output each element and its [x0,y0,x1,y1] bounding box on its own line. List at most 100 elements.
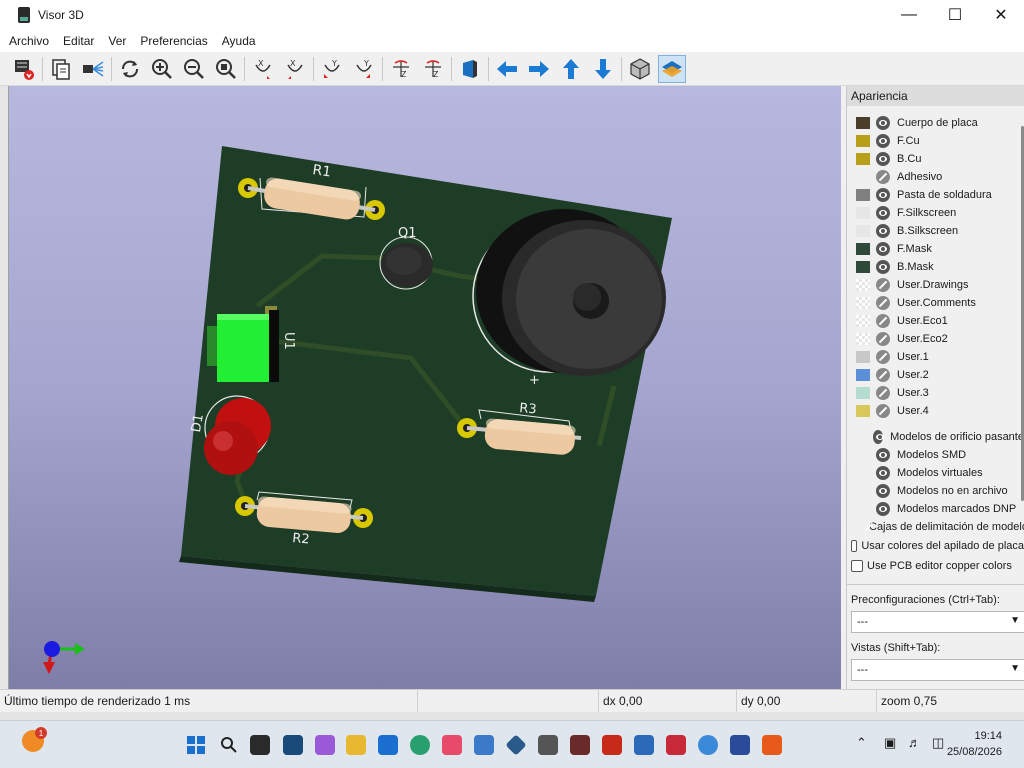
model-visibility-row[interactable]: Cajas de delimitación de modelos [847,518,1024,536]
music-icon[interactable] [442,735,462,755]
app-arrow-icon[interactable] [698,735,718,755]
flip-board-button[interactable] [456,55,484,83]
layer-color-swatch[interactable] [856,117,870,129]
camera-icon[interactable] [538,735,558,755]
layer-color-swatch[interactable] [856,333,870,345]
layer-row[interactable]: F.Mask [847,240,1024,258]
eye-icon[interactable] [872,430,884,444]
rotate-z-ccw-button[interactable]: Z [419,55,447,83]
layer-row[interactable]: User.1 [847,348,1024,366]
raytrace-button[interactable] [79,55,107,83]
layer-row[interactable]: User.Comments [847,294,1024,312]
layer-color-swatch[interactable] [856,405,870,417]
layer-row[interactable]: User.2 [847,366,1024,384]
layer-color-swatch[interactable] [856,279,870,291]
rotate-x-cw-button[interactable]: X [249,55,277,83]
menu-editar[interactable]: Editar [63,34,94,48]
eye-icon[interactable] [876,152,890,166]
zoom-out-button[interactable] [180,55,208,83]
reload-button[interactable] [116,55,144,83]
move-up-button[interactable] [557,55,585,83]
store-icon[interactable] [378,735,398,755]
layer-row[interactable]: B.Cu [847,150,1024,168]
eye-hidden-icon[interactable] [876,386,890,400]
views-dropdown[interactable]: --- ▼ [851,659,1024,681]
layer-color-swatch[interactable] [856,315,870,327]
appearance-panel-button[interactable] [658,54,686,83]
layer-row[interactable]: Cuerpo de placa [847,114,1024,132]
render-export-button[interactable] [10,55,38,83]
layer-color-swatch[interactable] [856,369,870,381]
widgets-icon[interactable] [283,735,303,755]
layer-color-swatch[interactable] [856,135,870,147]
presets-dropdown[interactable]: --- ▼ [851,611,1024,633]
layer-color-swatch[interactable] [856,387,870,399]
notification-badge[interactable]: 1 [22,727,47,752]
menu-preferencias[interactable]: Preferencias [140,34,207,48]
model-visibility-row[interactable]: Modelos marcados DNP [847,500,1024,518]
layer-row[interactable]: User.Eco1 [847,312,1024,330]
eye-hidden-icon[interactable] [876,278,890,292]
eye-icon[interactable] [876,448,890,462]
layer-color-swatch[interactable] [856,261,870,273]
copilot-icon[interactable] [315,735,335,755]
maximize-button[interactable]: ☐ [932,0,978,30]
layer-row[interactable]: Pasta de soldadura [847,186,1024,204]
task-view-icon[interactable] [250,735,270,755]
zoom-fit-button[interactable] [212,55,240,83]
app-cloud-icon[interactable] [634,735,654,755]
ortho-view-button[interactable] [626,55,654,83]
copper-colors-checkbox[interactable]: Use PCB editor copper colors [847,556,1024,576]
layer-row[interactable]: B.Silkscreen [847,222,1024,240]
clock[interactable]: 19:14 25/08/2026 [947,728,1002,760]
copy-button[interactable] [47,55,75,83]
rotate-z-cw-button[interactable]: Z [387,55,415,83]
app-prg-icon[interactable] [474,735,494,755]
layer-row[interactable]: User.Drawings [847,276,1024,294]
layer-row[interactable]: Adhesivo [847,168,1024,186]
app-x-icon[interactable] [762,735,782,755]
eye-hidden-icon[interactable] [876,404,890,418]
eye-icon[interactable] [876,484,890,498]
search-icon[interactable] [219,735,239,755]
layer-row[interactable]: B.Mask [847,258,1024,276]
layer-color-swatch[interactable] [856,297,870,309]
vscode-icon[interactable] [505,734,527,756]
3d-viewport[interactable]: R1 Q1 U1 D1 R3 R2 + [8,86,841,689]
eye-icon[interactable] [876,466,890,480]
eye-icon[interactable] [876,224,890,238]
menu-archivo[interactable]: Archivo [9,34,49,48]
tray-chevron-icon[interactable]: ⌃ [856,735,867,751]
eye-hidden-icon[interactable] [876,350,890,364]
layer-color-swatch[interactable] [856,153,870,165]
eye-hidden-icon[interactable] [876,296,890,310]
eye-icon[interactable] [876,116,890,130]
close-button[interactable]: ✕ [978,0,1024,30]
eye-icon[interactable] [876,206,890,220]
layer-color-swatch[interactable] [856,171,870,183]
rotate-y-ccw-button[interactable]: Y [350,55,378,83]
app-chip-icon[interactable] [570,735,590,755]
eye-icon[interactable] [876,134,890,148]
kicad-icon[interactable] [730,735,750,755]
layer-row[interactable]: User.4 [847,402,1024,420]
battery-icon[interactable]: ◫ [932,735,944,751]
acrobat-icon[interactable] [666,735,686,755]
eye-hidden-icon[interactable] [876,314,890,328]
move-right-button[interactable] [525,55,553,83]
eye-icon[interactable] [876,242,890,256]
start-icon[interactable] [186,735,206,755]
model-visibility-row[interactable]: Modelos virtuales [847,464,1024,482]
layer-row[interactable]: F.Silkscreen [847,204,1024,222]
eye-hidden-icon[interactable] [876,170,890,184]
layer-row[interactable]: User.Eco2 [847,330,1024,348]
stackup-colors-checkbox[interactable]: Usar colores del apilado de placa [847,536,1024,556]
volume-icon[interactable]: ♬ [908,735,921,750]
edge-icon[interactable] [410,735,430,755]
layer-color-swatch[interactable] [856,351,870,363]
eye-icon[interactable] [876,188,890,202]
layer-color-swatch[interactable] [856,243,870,255]
zoom-in-button[interactable] [148,55,176,83]
minimize-button[interactable]: — [886,0,932,30]
layer-row[interactable]: User.3 [847,384,1024,402]
